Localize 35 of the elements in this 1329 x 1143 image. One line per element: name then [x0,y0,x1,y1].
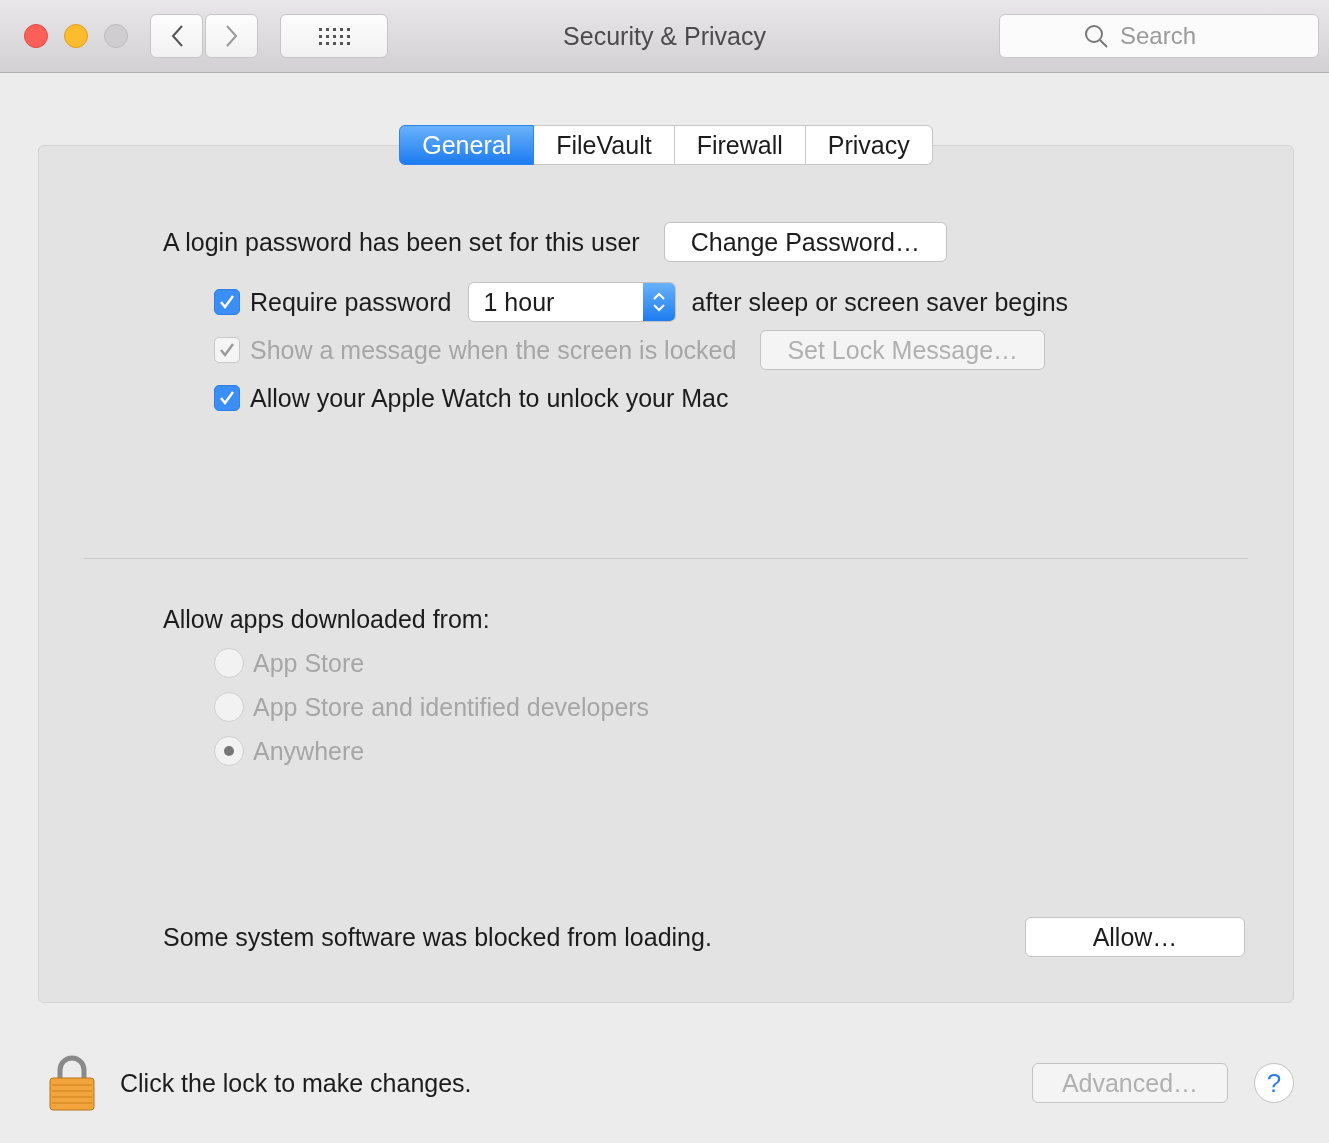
time-dropdown[interactable]: 1 hour [467,282,676,322]
search-icon [1083,23,1109,49]
suffix-label: after sleep or screen saver begins [691,287,1069,317]
allow-button[interactable]: Allow… [1025,917,1245,957]
radio-label: Anywhere [253,736,365,767]
radio-label: App Store and identified developers [253,692,650,723]
window-title: Security & Privacy [563,21,766,51]
lock-icon[interactable] [48,1054,96,1112]
chevron-right-icon [224,24,239,48]
checkbox-label: Show a message when the screen is locked [250,335,737,365]
search-field[interactable]: Search [999,14,1319,58]
lock-message: Click the lock to make changes. [120,1068,473,1098]
tab[interactable]: Privacy [805,125,933,165]
back-button[interactable] [150,14,203,58]
grid-icon [318,26,350,46]
blocked-message: Some system software was blocked from loading. [163,922,712,952]
checkbox-label: Require password [250,287,452,317]
change-password-button[interactable]: Change Password… [663,222,947,262]
show-all-button[interactable] [280,14,388,58]
forward-button[interactable] [205,14,258,58]
tab[interactable]: FileVault [534,125,675,165]
checkbox[interactable] [214,385,240,411]
checkbox[interactable] [214,289,240,315]
updown-arrows-icon [642,283,675,321]
checkmark-icon [218,293,236,311]
help-button[interactable]: ? [1254,1063,1294,1103]
checkbox-label: Allow your Apple Watch to unlock your Mac [250,383,729,413]
close-button[interactable] [24,24,48,48]
tab[interactable]: Firewall [674,125,806,165]
chevron-left-icon [169,24,184,48]
radio-label: App Store [253,648,365,679]
minimize-button[interactable] [64,24,88,48]
checkmark-icon [218,389,236,407]
password-label: A login password has been set for this user [163,227,640,257]
section-label: Allow apps downloaded from: [163,604,491,635]
